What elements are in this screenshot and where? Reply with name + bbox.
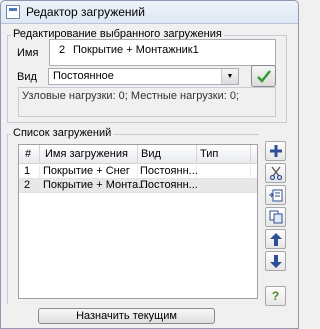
table-header: # Имя загружения Вид Тип: [19, 145, 257, 164]
load-type-select[interactable]: Постоянное ▼: [48, 68, 239, 85]
row-kind: Постоянн...: [140, 165, 198, 177]
window-title: Редактор загружений: [26, 5, 145, 19]
load-editor-window: Редактор загружений Редактирование выбра…: [0, 0, 299, 329]
table-row[interactable]: 1 Покрытие + Снег Постоянн...: [19, 165, 257, 178]
row-number: 2: [24, 179, 31, 191]
scissors-icon: [269, 166, 282, 180]
chevron-down-icon[interactable]: ▼: [221, 69, 238, 84]
insert-icon: [268, 189, 282, 202]
copy-load-button[interactable]: [265, 207, 286, 227]
load-name-field[interactable]: 2 Покрытие + Монтажник1: [49, 39, 276, 66]
apply-button[interactable]: [251, 65, 276, 87]
load-name-value: Покрытие + Монтажник1: [73, 44, 199, 56]
column-header-kind[interactable]: Вид: [141, 148, 161, 160]
row-number: 1: [24, 165, 31, 177]
column-header-number[interactable]: #: [25, 148, 31, 160]
list-group-legend: Список загружений: [11, 127, 114, 139]
add-load-button[interactable]: [265, 141, 286, 161]
copy-icon: [269, 210, 282, 224]
checkmark-icon: [256, 69, 271, 83]
arrow-down-icon: [269, 254, 282, 268]
load-type-value: Постоянное: [53, 70, 114, 82]
column-header-type[interactable]: Тип: [200, 148, 218, 160]
move-up-button[interactable]: [265, 229, 286, 249]
loads-info-box: Узловые нагрузки: 0; Местные нагрузки: 0…: [18, 87, 276, 117]
row-kind: Постоянн...: [140, 179, 198, 191]
move-down-button[interactable]: [265, 251, 286, 271]
row-name: Покрытие + Монта...: [43, 179, 148, 191]
app-icon: [6, 5, 20, 19]
load-name-number: 2: [59, 44, 66, 56]
loads-table: # Имя загружения Вид Тип 1 Покрытие + Сн…: [18, 144, 258, 299]
name-label: Имя: [17, 47, 39, 59]
title-bar: Редактор загружений: [1, 1, 298, 24]
insert-load-button[interactable]: [265, 185, 286, 205]
plus-icon: [269, 145, 282, 157]
help-button[interactable]: ?: [265, 286, 286, 306]
column-header-name[interactable]: Имя загружения: [45, 148, 128, 160]
assign-current-button[interactable]: Назначить текущим: [38, 308, 215, 324]
table-row[interactable]: 2 Покрытие + Монта... Постоянн...: [19, 179, 257, 192]
cut-load-button[interactable]: [265, 163, 286, 183]
type-label: Вид: [17, 71, 37, 83]
arrow-up-icon: [269, 232, 282, 246]
loads-info-text: Узловые нагрузки: 0; Местные нагрузки: 0…: [22, 90, 239, 102]
row-name: Покрытие + Снег: [43, 165, 130, 177]
